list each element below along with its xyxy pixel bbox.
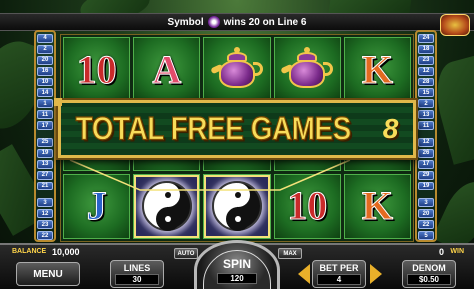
denom-label: DENOM <box>412 263 446 273</box>
reel-cell <box>203 37 271 103</box>
total-bet-value: 120 <box>217 273 257 284</box>
lines-label: LINES <box>123 263 151 273</box>
lines-value: 30 <box>115 274 159 285</box>
menu-label: MENU <box>33 268 63 280</box>
bet-increase-arrow-icon[interactable] <box>370 264 382 284</box>
auto-button[interactable]: AUTO <box>174 248 198 259</box>
line-numbers-left: 4 2 20 16 10 14 1 11 17 25 19 13 27 21 3 12 23 22 <box>34 30 56 242</box>
payline-number: 26 <box>418 148 434 158</box>
payline-number: 23 <box>37 220 53 230</box>
reel-cell: 10 <box>63 37 131 103</box>
win-value: 0 <box>438 247 444 257</box>
payline-number: 16 <box>37 66 53 76</box>
payline-number: 22 <box>37 231 53 241</box>
banner-text: TOTAL FREE GAMES <box>75 110 352 147</box>
reel-cell <box>133 173 201 239</box>
reel-cell: A <box>133 37 201 103</box>
payline-number: 13 <box>37 159 53 169</box>
reel-cell: 10 <box>273 173 341 239</box>
payline-number: 13 <box>418 110 434 120</box>
payline-number: 19 <box>37 148 53 158</box>
payline-number: 11 <box>418 121 434 131</box>
payline-number: 12 <box>37 209 53 219</box>
payline-number: 3 <box>37 198 53 208</box>
payline-number: 10 <box>37 77 53 87</box>
winning-symbol-frame <box>134 174 200 238</box>
bet-per-value: 4 <box>317 274 361 285</box>
payline-number: 4 <box>37 34 53 43</box>
payline-number: 12 <box>418 66 434 76</box>
ten-symbol: 10 <box>287 183 328 229</box>
denomination-button[interactable]: DENOM $0.50 <box>402 260 456 288</box>
payline-number: 15 <box>418 88 434 98</box>
payline-number: 2 <box>37 44 53 54</box>
payline-number: 2 <box>418 99 434 109</box>
payline-number: 28 <box>418 77 434 87</box>
max-bet-button[interactable]: MAX <box>278 248 302 259</box>
spin-label: SPIN <box>222 257 251 271</box>
winning-symbol-frame <box>204 174 270 238</box>
game-logo <box>440 14 470 36</box>
payline-number: 21 <box>37 181 53 191</box>
reel-cell <box>203 173 271 239</box>
message-prefix: Symbol <box>167 16 204 28</box>
balance-value: 10,000 <box>52 247 80 257</box>
message-suffix: wins 20 on Line 6 <box>223 16 307 28</box>
king-symbol: K <box>361 46 393 92</box>
yin-yang-icon <box>207 16 220 28</box>
reel-cell <box>273 37 341 103</box>
bet-decrease-arrow-icon[interactable] <box>298 264 310 284</box>
payline-number: 11 <box>37 110 53 120</box>
yin-yang-icon <box>141 181 192 232</box>
jack-symbol: J <box>86 183 107 229</box>
teapot-icon <box>210 46 263 94</box>
teapot-icon <box>280 46 334 94</box>
payline-number: 25 <box>37 138 53 147</box>
balance-label: BALANCE <box>12 248 47 255</box>
payline-number: 19 <box>418 181 434 191</box>
payline-number: 5 <box>418 231 434 241</box>
win-message-bar: Symbol wins 20 on Line 6 <box>0 13 474 31</box>
payline-number: 14 <box>37 88 53 98</box>
reel-cell: K <box>343 37 411 103</box>
denom-value: $0.50 <box>407 274 451 285</box>
line-numbers-right: 24 18 23 12 28 15 2 13 11 12 26 17 29 19 3 20 22 5 <box>415 30 437 242</box>
payline-number: 20 <box>37 55 53 65</box>
payline-number: 17 <box>418 159 434 169</box>
win-label: WIN <box>450 248 464 255</box>
payline-number: 27 <box>37 170 53 180</box>
ten-symbol: 10 <box>76 46 117 92</box>
king-symbol: K <box>361 183 393 229</box>
payline-number: 1 <box>37 99 53 109</box>
payline-number: 24 <box>418 34 434 43</box>
bet-per-line-button[interactable]: BET PER 4 <box>312 260 366 288</box>
bet-per-label: BET PER <box>319 263 359 273</box>
payline-number: 22 <box>418 220 434 230</box>
payline-number: 17 <box>37 121 53 131</box>
lines-button[interactable]: LINES 30 <box>110 260 164 288</box>
total-free-games-banner: TOTAL FREE GAMES 8 <box>54 98 416 158</box>
payline-number: 18 <box>418 44 434 54</box>
reel-cell: J <box>63 173 131 239</box>
ace-symbol: A <box>152 46 182 92</box>
free-games-count: 8 <box>382 113 399 144</box>
payline-number: 20 <box>418 209 434 219</box>
payline-number: 29 <box>418 170 434 180</box>
reel-cell: K <box>343 173 411 239</box>
payline-number: 12 <box>418 138 434 147</box>
yin-yang-icon <box>211 181 262 232</box>
menu-button[interactable]: MENU <box>16 262 80 286</box>
payline-number: 3 <box>418 198 434 208</box>
payline-number: 23 <box>418 55 434 65</box>
